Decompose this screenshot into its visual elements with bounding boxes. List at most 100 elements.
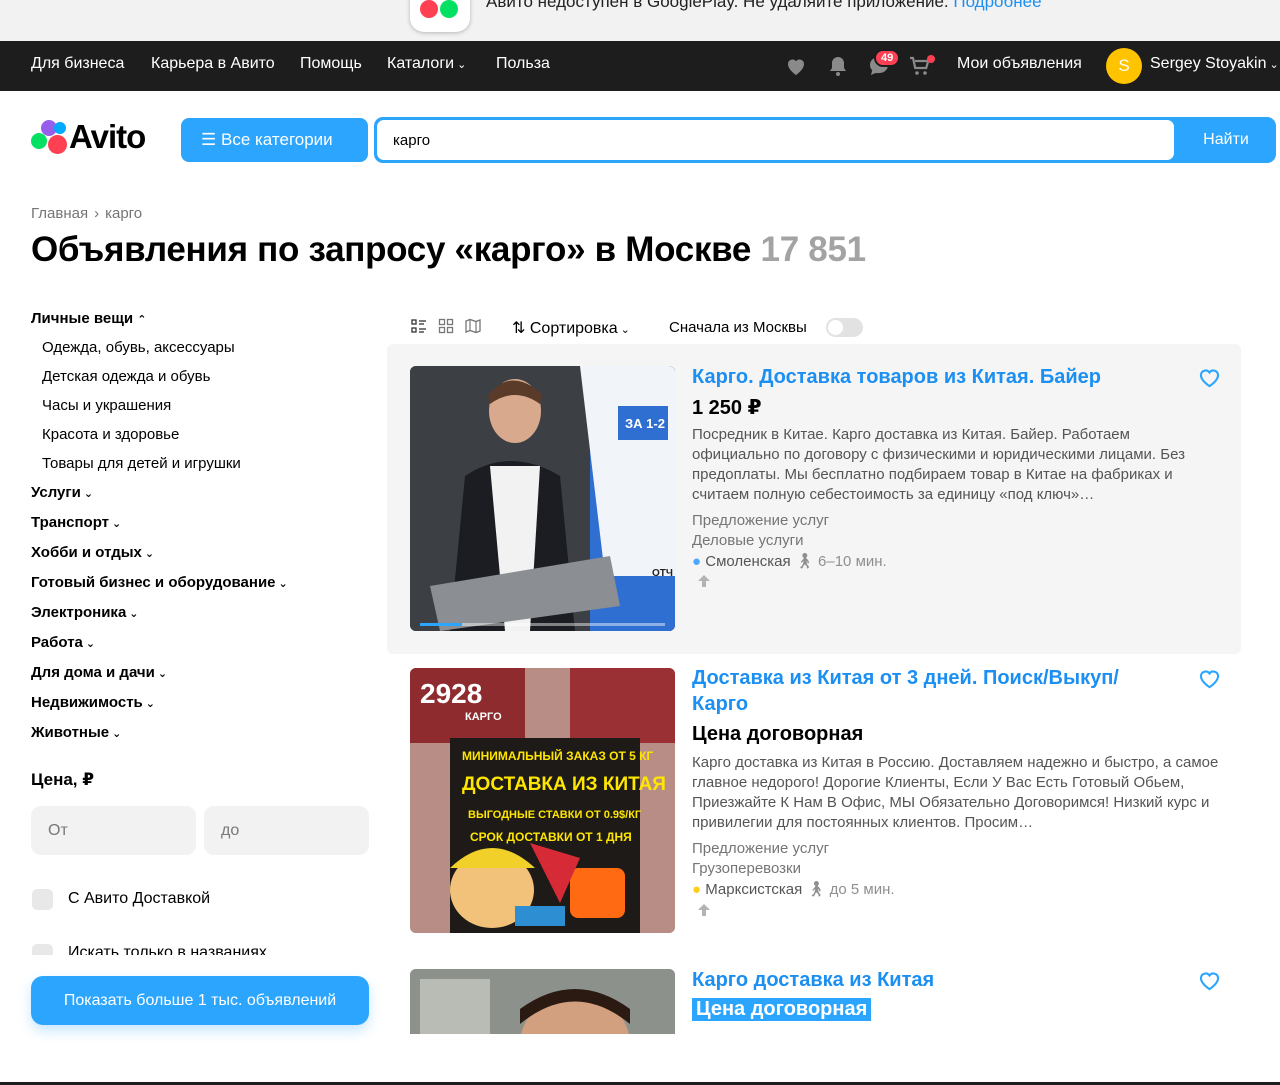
promoted-arrow-icon bbox=[698, 904, 710, 916]
list-view-icon[interactable] bbox=[411, 318, 427, 334]
sidebar-category[interactable]: Электроника ⌄ bbox=[31, 604, 139, 621]
chevron-right-icon: › bbox=[94, 205, 100, 222]
all-categories-label: Все категории bbox=[220, 130, 333, 149]
listing-price: 1 250 ₽ bbox=[692, 397, 762, 419]
top-navigation: Для бизнеса Карьера в Авито Помощь Катал… bbox=[0, 41, 1280, 91]
sidebar-category[interactable]: Услуги ⌄ bbox=[31, 484, 93, 501]
sidebar-subcategory[interactable]: Красота и здоровье bbox=[42, 426, 179, 443]
avito-delivery-checkbox[interactable] bbox=[32, 889, 53, 910]
price-from-input[interactable] bbox=[31, 806, 196, 855]
listing-image[interactable]: ЗА 1-2 ОТЧ bbox=[410, 366, 675, 631]
search-input[interactable] bbox=[377, 120, 1174, 160]
sidebar-subcategory[interactable]: Одежда, обувь, аксессуары bbox=[42, 339, 235, 356]
bell-icon[interactable] bbox=[826, 54, 850, 78]
poster-number: 2928 bbox=[420, 678, 482, 709]
listing-price-selected: Цена договорная bbox=[692, 998, 872, 1021]
breadcrumb-home[interactable]: Главная bbox=[31, 205, 88, 222]
sidebar-subcategory[interactable]: Часы и украшения bbox=[42, 397, 171, 414]
listing-image[interactable]: 2928 КАРГО МИНИМАЛЬНЫЙ ЗАКАЗ ОТ 5 КГ ДОС… bbox=[410, 668, 675, 933]
moscow-first-toggle[interactable] bbox=[826, 318, 863, 337]
listing-photo-man: ЗА 1-2 ОТЧ bbox=[410, 366, 675, 631]
metro-station: Марксистская bbox=[705, 881, 803, 898]
messages-badge: 49 bbox=[874, 49, 901, 67]
listing-image[interactable] bbox=[410, 969, 675, 1034]
listing-photo-boxes bbox=[410, 969, 675, 1034]
price-to-input[interactable] bbox=[204, 806, 369, 855]
walk-time: до 5 мин. bbox=[829, 881, 895, 898]
sidebar-category-label: Хобби и отдых bbox=[31, 544, 142, 561]
sidebar-category-label: Работа bbox=[31, 634, 83, 651]
banner-text: Авито недоступен в GooglePlay. Не удаляй… bbox=[486, 0, 1042, 12]
page-title-text: Объявления по запросу «карго» в Москве bbox=[31, 230, 752, 269]
sort-dropdown[interactable]: ⇅ Сортировка ⌄ bbox=[512, 318, 630, 338]
chevron-down-icon: ⌄ bbox=[85, 638, 96, 650]
chevron-down-icon: ⌄ bbox=[157, 668, 168, 680]
listing-metro: ● Марксистская 🚶︎ до 5 мин. bbox=[692, 880, 895, 898]
sort-icon: ⇅ bbox=[512, 320, 526, 337]
all-categories-button[interactable]: ☰ Все категории bbox=[181, 118, 368, 162]
app-promo-banner: Авито недоступен в GooglePlay. Не удаляй… bbox=[0, 0, 1280, 41]
sidebar-category[interactable]: Готовый бизнес и оборудование ⌄ bbox=[31, 574, 288, 591]
sidebar-subcategory[interactable]: Товары для детей и игрушки bbox=[42, 455, 241, 472]
search-button[interactable]: Найти bbox=[1176, 117, 1276, 163]
poster-line-1: МИНИМАЛЬНЫЙ ЗАКАЗ ОТ 5 КГ bbox=[462, 748, 653, 763]
avatar[interactable]: S bbox=[1106, 48, 1142, 84]
favorite-heart-icon[interactable] bbox=[1198, 970, 1221, 991]
sidebar-category[interactable]: Для дома и дачи ⌄ bbox=[31, 664, 167, 681]
logo-dot-green bbox=[31, 133, 47, 149]
sidebar-subcategory[interactable]: Детская одежда и обувь bbox=[42, 368, 210, 385]
chevron-down-icon: ⌄ bbox=[129, 608, 139, 620]
sidebar-category-label: Электроника bbox=[31, 604, 127, 621]
avito-delivery-label: С Авито Доставкой bbox=[68, 890, 211, 907]
sidebar-category-label: Личные вещи bbox=[31, 310, 134, 327]
nav-help[interactable]: Помощь bbox=[300, 55, 362, 73]
search-bar: Найти bbox=[374, 117, 1276, 163]
user-name: Sergey Stoyakin bbox=[1150, 55, 1267, 72]
map-view-icon[interactable] bbox=[465, 318, 481, 334]
listing-category: Деловые услуги bbox=[692, 532, 804, 549]
sort-label: Сортировка bbox=[529, 320, 618, 337]
chevron-down-icon: ⌄ bbox=[457, 59, 467, 71]
sidebar-category[interactable]: Хобби и отдых ⌄ bbox=[31, 544, 154, 561]
show-more-results-button[interactable]: Показать больше 1 тыс. объявлений bbox=[31, 976, 369, 1025]
heart-icon[interactable] bbox=[784, 54, 808, 78]
chevron-down-icon: ⌄ bbox=[278, 578, 288, 590]
sidebar-category[interactable]: Транспорт ⌄ bbox=[31, 514, 121, 531]
listing-price: Цена договорная bbox=[692, 723, 864, 745]
sidebar-fade bbox=[20, 955, 380, 973]
nav-career[interactable]: Карьера в Авито bbox=[151, 55, 275, 73]
listing-description: Карго доставка из Китая в Россию. Достав… bbox=[692, 754, 1219, 831]
metro-station: Смоленская bbox=[705, 553, 791, 570]
walk-icon: 🚶︎ bbox=[806, 881, 826, 898]
logo-dot-blue bbox=[54, 122, 66, 134]
nav-benefit[interactable]: Польза bbox=[496, 55, 550, 73]
nav-catalogs[interactable]: Каталоги ⌄ bbox=[387, 55, 466, 73]
sidebar-category[interactable]: Недвижимость ⌄ bbox=[31, 694, 155, 711]
poster-kargo: КАРГО bbox=[465, 711, 502, 723]
nav-catalogs-label: Каталоги bbox=[387, 55, 455, 72]
nav-business[interactable]: Для бизнеса bbox=[31, 55, 124, 73]
favorite-heart-icon[interactable] bbox=[1198, 668, 1221, 689]
listing-title[interactable]: Доставка из Китая от 3 дней. Поиск/Выкуп… bbox=[692, 665, 1119, 717]
sidebar-category-label: Готовый бизнес и оборудование bbox=[31, 574, 276, 591]
user-menu[interactable]: Sergey Stoyakin ⌄ bbox=[1150, 55, 1279, 73]
chevron-down-icon: ⌄ bbox=[144, 548, 155, 560]
listing-type: Предложение услуг bbox=[692, 512, 830, 529]
listing-title[interactable]: Карго. Доставка товаров из Китая. Байер bbox=[692, 364, 1101, 390]
categories-search-icon: ☰ bbox=[201, 130, 217, 149]
sidebar-category-personal[interactable]: Личные вещи ⌃ bbox=[31, 310, 146, 327]
grid-view-icon[interactable] bbox=[438, 318, 454, 334]
sidebar-category[interactable]: Работа ⌄ bbox=[31, 634, 95, 651]
my-ads-link[interactable]: Мои объявления bbox=[957, 55, 1082, 73]
metro-line-icon: ● bbox=[692, 881, 702, 898]
photo-sign-text: ЗА 1-2 bbox=[625, 416, 665, 431]
logo-dot-red bbox=[48, 135, 67, 154]
listing-title[interactable]: Карго доставка из Китая bbox=[692, 967, 934, 993]
banner-more-link[interactable]: Подробнее bbox=[953, 0, 1041, 11]
favorite-heart-icon[interactable] bbox=[1198, 367, 1221, 388]
sidebar-category[interactable]: Животные ⌄ bbox=[31, 724, 121, 741]
avito-logo[interactable]: Avito bbox=[31, 118, 156, 158]
avito-app-icon bbox=[410, 0, 470, 32]
breadcrumb-current[interactable]: карго bbox=[105, 205, 142, 222]
listing-type: Предложение услуг bbox=[692, 840, 830, 857]
